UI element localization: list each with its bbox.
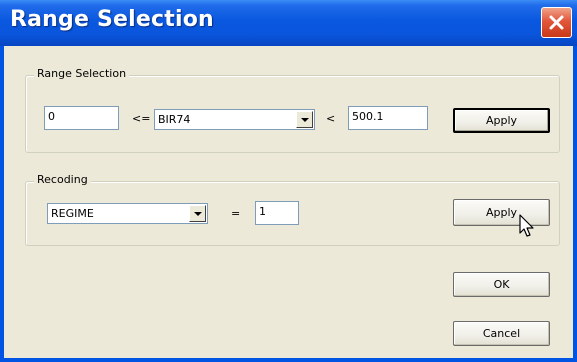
chevron-down-icon xyxy=(301,118,309,122)
recoding-variable-dropdown-button[interactable] xyxy=(189,205,206,222)
close-icon xyxy=(549,15,564,30)
close-button[interactable] xyxy=(541,7,572,38)
upper-operator: < xyxy=(326,112,336,125)
mouse-pointer-icon xyxy=(519,214,534,237)
cancel-label: Cancel xyxy=(482,327,521,340)
recoding-value-input[interactable]: 1 xyxy=(255,201,299,225)
recoding-label: Recoding xyxy=(34,173,91,186)
range-variable-value: BIR74 xyxy=(158,113,191,126)
recoding-variable-select[interactable]: REGIME xyxy=(47,203,208,224)
chevron-down-icon xyxy=(194,212,202,216)
recoding-operator: = xyxy=(231,207,241,220)
lower-bound-input[interactable]: 0 xyxy=(44,106,119,130)
window-title: Range Selection xyxy=(10,7,214,32)
recoding-variable-value: REGIME xyxy=(51,207,94,220)
lower-operator: <= xyxy=(132,112,151,125)
range-variable-select[interactable]: BIR74 xyxy=(154,109,315,130)
upper-bound-input[interactable]: 500.1 xyxy=(348,106,428,130)
title-bar[interactable]: Range Selection xyxy=(0,0,577,46)
range-selection-label: Range Selection xyxy=(34,67,130,80)
range-apply-button[interactable]: Apply xyxy=(453,108,550,133)
range-variable-dropdown-button[interactable] xyxy=(296,111,313,128)
ok-label: OK xyxy=(493,278,510,291)
range-apply-label: Apply xyxy=(485,114,518,127)
cancel-button[interactable]: Cancel xyxy=(453,321,550,346)
ok-button[interactable]: OK xyxy=(453,272,550,297)
